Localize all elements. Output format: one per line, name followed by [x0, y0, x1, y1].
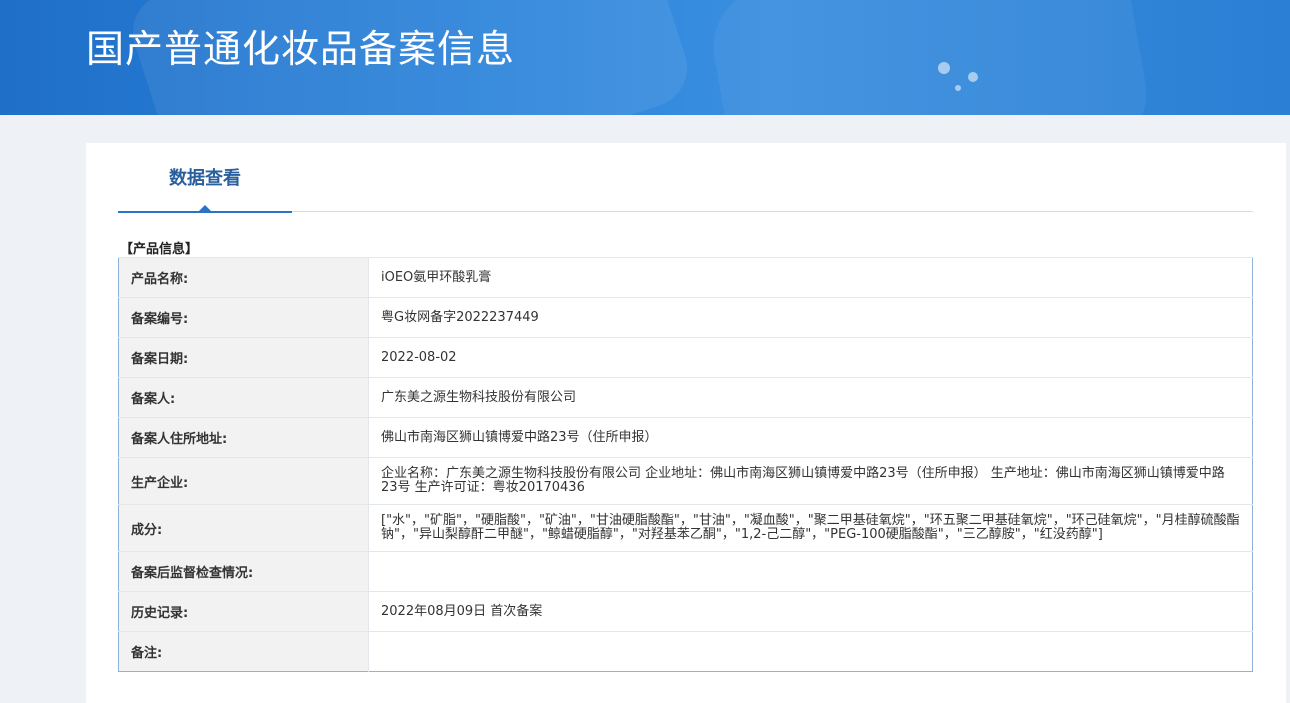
row-label: 备案后监督检查情况: — [118, 551, 369, 592]
row-label: 备案日期: — [118, 337, 369, 378]
tab-bar: 数据查看 — [118, 143, 1253, 213]
row-label: 成分: — [118, 504, 369, 552]
row-value: 企业名称：广东美之源生物科技股份有限公司 企业地址：佛山市南海区狮山镇博爱中路2… — [368, 457, 1253, 505]
tab-data-view[interactable]: 数据查看 — [118, 143, 292, 213]
row-value: iOEO氨甲环酸乳膏 — [368, 257, 1253, 298]
product-info-table: 产品名称: iOEO氨甲环酸乳膏 备案编号: 粤G妆网备字2022237449 … — [118, 257, 1253, 672]
row-label: 生产企业: — [118, 457, 369, 505]
row-value — [368, 631, 1253, 672]
row-label: 备案人: — [118, 377, 369, 418]
row-value — [368, 551, 1253, 592]
table-row: 备案人: 广东美之源生物科技股份有限公司 — [118, 377, 1253, 418]
table-row: 备案后监督检查情况: — [118, 551, 1253, 592]
row-value: ["水"，"矿脂"，"硬脂酸"，"矿油"，"甘油硬脂酸酯"，"甘油"，"凝血酸"… — [368, 504, 1253, 552]
section-title: 【产品信息】 — [120, 242, 199, 257]
row-label: 备案编号: — [118, 297, 369, 338]
row-label: 产品名称: — [118, 257, 369, 298]
row-label: 备注: — [118, 631, 369, 672]
table-row: 备案编号: 粤G妆网备字2022237449 — [118, 297, 1253, 338]
row-value: 粤G妆网备字2022237449 — [368, 297, 1253, 338]
row-label: 备案人住所地址: — [118, 417, 369, 458]
table-row: 产品名称: iOEO氨甲环酸乳膏 — [118, 257, 1253, 298]
tab-label: 数据查看 — [169, 168, 241, 189]
row-value: 2022-08-02 — [368, 337, 1253, 378]
tab-active-caret-icon — [198, 205, 212, 212]
banner-decoration — [704, 0, 1156, 115]
banner-dot — [955, 85, 961, 91]
table-row: 历史记录: 2022年08月09日 首次备案 — [118, 591, 1253, 632]
table-row: 备案日期: 2022-08-02 — [118, 337, 1253, 378]
row-value: 佛山市南海区狮山镇博爱中路23号（住所申报） — [368, 417, 1253, 458]
table-row: 成分: ["水"，"矿脂"，"硬脂酸"，"矿油"，"甘油硬脂酸酯"，"甘油"，"… — [118, 504, 1253, 552]
table-row: 生产企业: 企业名称：广东美之源生物科技股份有限公司 企业地址：佛山市南海区狮山… — [118, 457, 1253, 505]
table-row: 备注: — [118, 631, 1253, 672]
banner-dot — [968, 72, 978, 82]
banner-dot — [938, 62, 950, 74]
row-label: 历史记录: — [118, 591, 369, 632]
table-row: 备案人住所地址: 佛山市南海区狮山镇博爱中路23号（住所申报） — [118, 417, 1253, 458]
page-title: 国产普通化妆品备案信息 — [86, 27, 516, 71]
row-value: 2022年08月09日 首次备案 — [368, 591, 1253, 632]
header-banner: 国产普通化妆品备案信息 — [0, 0, 1290, 115]
row-value: 广东美之源生物科技股份有限公司 — [368, 377, 1253, 418]
content-card: 数据查看 【产品信息】 产品名称: iOEO氨甲环酸乳膏 备案编号: 粤G妆网备… — [86, 143, 1286, 703]
